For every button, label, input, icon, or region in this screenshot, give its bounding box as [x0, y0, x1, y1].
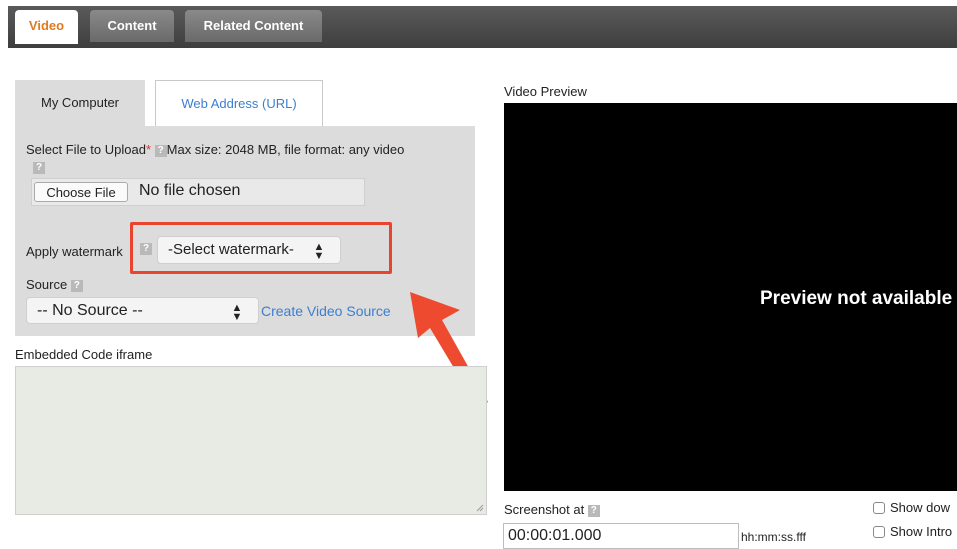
max-size-text: Max size: 2048 MB, file format: any vide…: [166, 142, 405, 157]
source-label: Source: [26, 277, 68, 292]
no-file-text: No file chosen: [139, 182, 241, 199]
help-icon[interactable]: ?: [70, 279, 83, 292]
help-icon[interactable]: ?: [154, 144, 167, 157]
source-label-row: Source ?: [26, 277, 83, 292]
show-intro-checkbox[interactable]: [873, 526, 885, 538]
screenshot-time-input[interactable]: 00:00:01.000: [503, 523, 739, 549]
time-format-hint: hh:mm:ss.fff: [741, 530, 806, 544]
video-preview-label: Video Preview: [504, 84, 587, 99]
choose-file-button[interactable]: Choose File: [34, 182, 128, 202]
preview-not-available-text: Preview not available: [760, 288, 953, 309]
tab-related-content[interactable]: Related Content: [185, 10, 322, 42]
tab-web-address[interactable]: Web Address (URL): [155, 80, 323, 126]
show-download-checkbox[interactable]: [873, 502, 885, 514]
resize-handle-icon[interactable]: [476, 504, 484, 512]
required-mark: *: [145, 142, 152, 157]
select-file-label: Select File to Upload: [26, 142, 146, 157]
select-arrows-icon: ▲▼: [231, 302, 243, 320]
help-icon[interactable]: ?: [587, 504, 600, 517]
screenshot-label: Screenshot at: [504, 502, 585, 517]
select-file-row: Select File to Upload* ? Max size: 2048 M…: [26, 142, 404, 157]
watermark-label: Apply watermark: [26, 244, 123, 259]
annotation-highlight-box: [130, 222, 392, 274]
create-video-source-link[interactable]: Create Video Source: [261, 303, 391, 319]
tab-my-computer[interactable]: My Computer: [15, 80, 145, 126]
show-download-label: Show dow: [890, 500, 950, 515]
screenshot-label-row: Screenshot at ?: [504, 502, 600, 517]
source-select-value: -- No Source --: [37, 302, 143, 319]
embedded-code-label: Embedded Code iframe: [15, 347, 153, 362]
show-intro-label: Show Intro: [890, 524, 953, 539]
tab-video[interactable]: Video: [15, 10, 78, 44]
embedded-code-textarea[interactable]: [15, 366, 487, 515]
tab-content[interactable]: Content: [90, 10, 174, 42]
help-icon[interactable]: ?: [33, 162, 45, 174]
source-select[interactable]: -- No Source -- ▲▼: [26, 297, 259, 324]
